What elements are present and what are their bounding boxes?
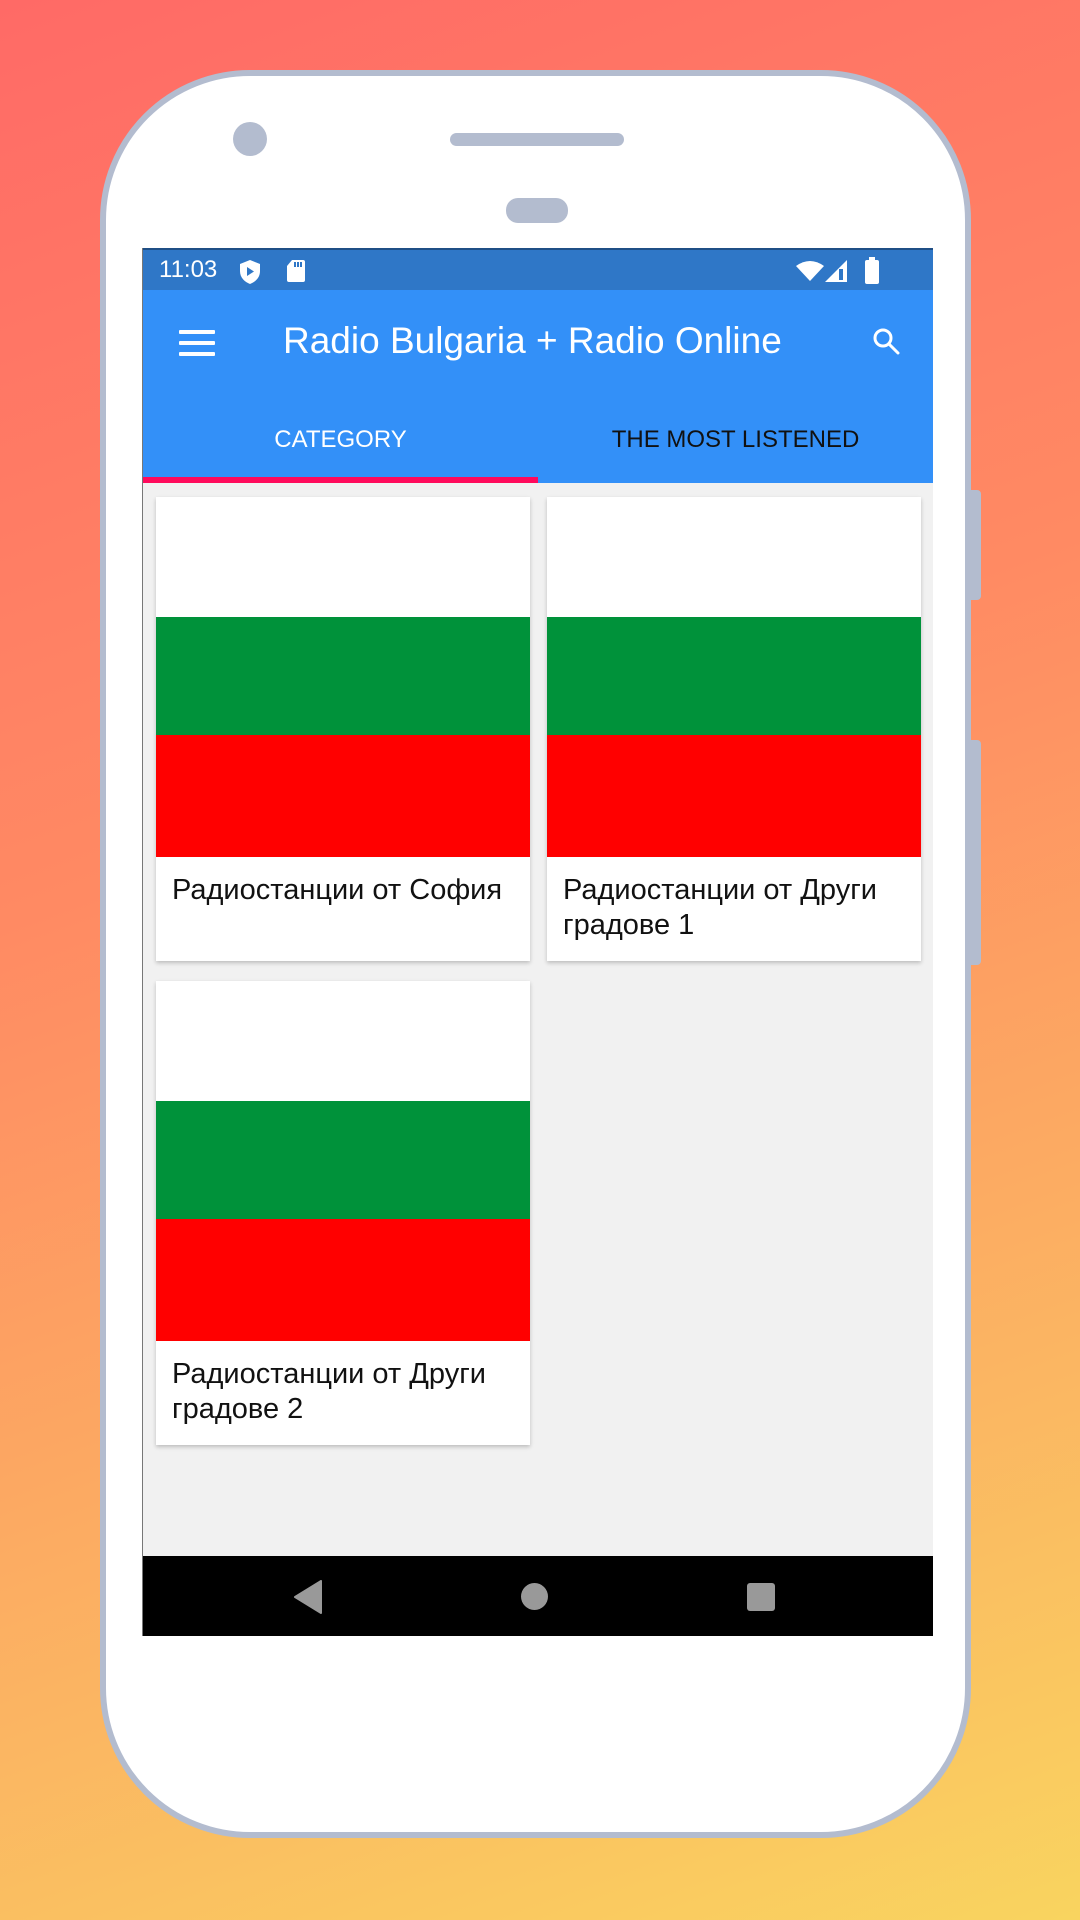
proximity-sensor xyxy=(506,198,568,223)
play-protect-icon xyxy=(240,260,260,284)
back-icon[interactable] xyxy=(293,1580,323,1614)
bulgarian-flag-image xyxy=(156,497,530,857)
earpiece-speaker xyxy=(450,133,624,146)
navigation-bar xyxy=(143,1556,933,1636)
sd-card-icon xyxy=(287,260,305,282)
recents-icon[interactable] xyxy=(747,1583,775,1611)
status-time: 11:03 xyxy=(159,256,218,283)
phone-power-button xyxy=(971,490,981,600)
status-bar: 11:03 xyxy=(143,248,933,290)
front-camera xyxy=(233,122,267,156)
search-icon[interactable] xyxy=(871,326,901,356)
home-icon[interactable] xyxy=(521,1583,548,1610)
category-card-other-cities-2[interactable]: Радиостанции от Други градове 2 xyxy=(156,981,530,1445)
app-bar: Radio Bulgaria + Radio Online CATEGORY T… xyxy=(143,290,933,483)
category-label: Радиостанции от Други градове 2 xyxy=(172,1358,486,1425)
category-label: Радиостанции от София xyxy=(172,874,503,906)
category-card-other-cities-1[interactable]: Радиостанции от Други градове 1 xyxy=(547,497,921,961)
tab-category[interactable]: CATEGORY xyxy=(143,400,538,480)
bulgarian-flag-image xyxy=(547,497,921,857)
category-label: Радиостанции от Други градове 1 xyxy=(563,874,877,941)
hamburger-menu-icon[interactable] xyxy=(179,330,215,356)
tab-indicator xyxy=(143,477,538,483)
device-screen: 11:03 Radio Bulgaria + Radio Online CATE… xyxy=(142,248,933,1636)
bulgarian-flag-image xyxy=(156,981,530,1341)
category-card-sofia[interactable]: Радиостанции от София xyxy=(156,497,530,961)
app-title: Radio Bulgaria + Radio Online xyxy=(283,320,782,361)
wifi-icon xyxy=(796,261,824,281)
phone-volume-button xyxy=(971,740,981,965)
battery-icon xyxy=(865,257,879,284)
signal-icon xyxy=(825,260,847,282)
tab-most-listened[interactable]: THE MOST LISTENED xyxy=(538,400,933,480)
